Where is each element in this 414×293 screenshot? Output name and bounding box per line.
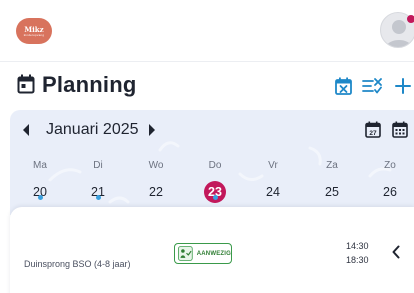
day-name: Di [93, 160, 103, 171]
list-check-icon[interactable] [362, 76, 382, 96]
svg-text:27: 27 [369, 130, 377, 137]
chevron-left-icon[interactable] [391, 245, 401, 264]
day-cell[interactable]: Wo 22 [136, 160, 176, 210]
event-dot [37, 195, 43, 200]
day-date: 24 [266, 185, 280, 199]
page-header: Planning [0, 62, 414, 110]
week-calendar: Januari 2025 27 Ma 20 Di 21 Wo 22 Do 23 … [10, 110, 414, 215]
day-cell[interactable]: Vr 24 [253, 160, 293, 210]
location-name: Duinsprong BSO (4-8 jaar) [24, 259, 131, 269]
day-cell[interactable]: Zo 26 [370, 160, 410, 210]
day-name: Wo [148, 160, 164, 171]
logo-subtext: kinderopvang [23, 32, 45, 37]
start-time: 14:30 [346, 241, 369, 251]
day-date: 22 [149, 185, 163, 199]
notification-dot [407, 15, 414, 23]
day-name: Ma [33, 160, 47, 171]
day-date: 26 [383, 185, 397, 199]
plus-icon[interactable] [393, 76, 413, 96]
calendar-month-icon[interactable] [392, 121, 408, 143]
day-name: Za [326, 160, 338, 171]
day-cell-selected[interactable]: Do 23 [195, 160, 235, 210]
page-title: Planning [42, 72, 137, 97]
day-name: Do [208, 160, 222, 171]
month-label[interactable]: Januari 2025 [46, 121, 139, 139]
caret-right-icon[interactable] [147, 123, 157, 142]
day-name: Zo [384, 160, 396, 171]
event-dot [212, 195, 218, 200]
logo-text: Mikz [24, 24, 44, 34]
status-text: AANWEZIG [196, 250, 231, 257]
end-time: 18:30 [346, 255, 369, 265]
month-navigation: Januari 2025 27 [10, 120, 414, 142]
event-dot [95, 195, 101, 200]
day-selector: Ma 20 Di 21 Wo 22 Do 23 Vr 24 Za 25 Zo 2… [10, 160, 414, 210]
caret-left-icon[interactable] [21, 123, 31, 142]
calendar-icon [17, 74, 35, 99]
status-badge: AANWEZIG [174, 243, 232, 264]
top-bar: Mikz kinderopvang [0, 0, 414, 62]
day-name: Vr [268, 160, 278, 171]
calendar-x-icon[interactable] [333, 76, 353, 96]
time-range: 14:30 18:30 [346, 239, 369, 267]
calendar-day-icon[interactable]: 27 [365, 121, 381, 143]
brand-logo[interactable]: Mikz kinderopvang [16, 18, 52, 44]
booking-card[interactable]: Duinsprong BSO (4-8 jaar) AANWEZIG 14:30… [10, 207, 414, 293]
day-cell[interactable]: Ma 20 [20, 160, 60, 210]
day-date: 25 [325, 185, 339, 199]
day-cell[interactable]: Za 25 [312, 160, 352, 210]
child-checkin-icon [178, 246, 193, 261]
day-cell[interactable]: Di 21 [78, 160, 118, 210]
